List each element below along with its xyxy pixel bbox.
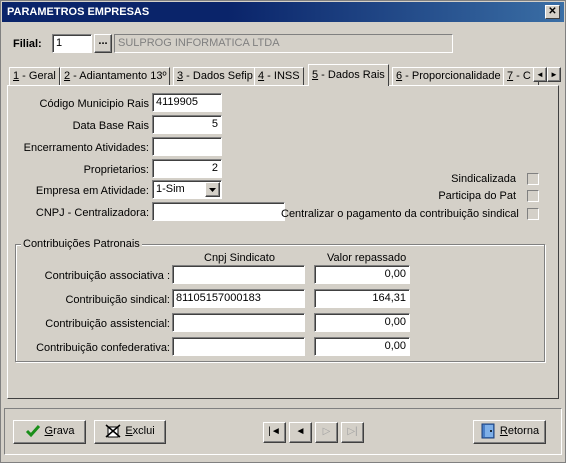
empresa-atividade-value: 1-Sim	[156, 183, 185, 195]
sindicalizada-checkbox[interactable]	[527, 173, 539, 185]
close-icon: ✕	[548, 6, 557, 17]
empresa-atividade-label: Empresa em Atividade:	[35, 185, 149, 197]
data-base-label: Data Base Rais	[72, 120, 149, 132]
cnpj-centralizadora-input[interactable]	[152, 202, 285, 221]
contrib-row-label: Contribuição assistencial:	[45, 318, 170, 330]
contrib-valor-input[interactable]: 164,31	[314, 289, 410, 308]
last-record-icon: ▷|	[347, 426, 358, 437]
sindicalizada-label: Sindicalizada	[451, 173, 516, 185]
participa-pat-label: Participa do Pat	[438, 190, 516, 202]
retorna-button[interactable]: Retorna	[473, 420, 546, 444]
next-record-icon: ▷	[322, 426, 331, 437]
proprietarios-input[interactable]: 2	[152, 159, 222, 178]
contrib-cnpj-input[interactable]	[172, 337, 305, 356]
tab-proporcionalidade[interactable]: 6 - Proporcionalidade	[392, 67, 505, 85]
exclui-button[interactable]: Exclui	[94, 420, 166, 444]
contrib-row-label: Contribuição associativa :	[44, 270, 170, 282]
centralizar-checkbox[interactable]	[527, 208, 539, 220]
nav-last-button[interactable]: ▷|	[341, 422, 364, 443]
contribuicoes-title: Contribuições Patronais	[21, 238, 142, 251]
tab-dados-rais[interactable]: 5 - Dados Rais	[308, 64, 389, 86]
contrib-row-label: Contribuição sindical:	[65, 294, 170, 306]
checkmark-icon	[25, 425, 40, 438]
chevron-down-icon	[209, 188, 216, 192]
arrow-left-icon: ◄	[536, 70, 544, 79]
col-cnpj-header: Cnpj Sindicato	[204, 252, 275, 264]
first-record-icon: |◄	[268, 426, 281, 437]
nav-next-button[interactable]: ▷	[315, 422, 338, 443]
contrib-valor-input[interactable]: 0,00	[314, 313, 410, 332]
proprietarios-label: Proprietarios:	[83, 164, 149, 176]
dropdown-button[interactable]	[205, 182, 220, 197]
company-name-field: SULPROG INFORMATICA LTDA	[114, 34, 453, 53]
delete-icon	[105, 424, 121, 438]
filial-label: Filial:	[13, 38, 42, 50]
contrib-cnpj-input[interactable]	[172, 265, 305, 284]
ellipsis-icon: ...	[98, 35, 108, 47]
tab-adiantamento[interactable]: 2 - Adiantamento 13º	[60, 67, 171, 85]
encerramento-label: Encerramento Atividades:	[23, 142, 149, 154]
tab-scroll-right-button[interactable]: ►	[547, 67, 561, 82]
cnpj-centralizadora-label: CNPJ - Centralizadora:	[35, 207, 149, 219]
prev-record-icon: ◄	[295, 426, 306, 437]
contrib-valor-input[interactable]: 0,00	[314, 265, 410, 284]
contrib-cnpj-input[interactable]	[172, 313, 305, 332]
col-valor-header: Valor repassado	[327, 252, 407, 264]
contrib-cnpj-input[interactable]: 81105157000183	[172, 289, 305, 308]
window: PARAMETROS EMPRESAS ✕ Filial: 1 ... SULP…	[0, 0, 566, 463]
tab-inss[interactable]: 4 - INSS	[254, 67, 304, 85]
title-bar: PARAMETROS EMPRESAS ✕	[2, 2, 564, 22]
centralizar-label: Centralizar o pagamento da contribuição …	[281, 208, 519, 220]
tab-dados-sefip[interactable]: 3 - Dados Sefip	[173, 67, 257, 85]
codigo-municipio-label: Código Municipio Rais	[39, 98, 149, 110]
filial-input[interactable]: 1	[52, 34, 92, 53]
door-icon	[481, 423, 495, 439]
window-title: PARAMETROS EMPRESAS	[7, 6, 150, 18]
contrib-row-label: Contribuição confederativa:	[36, 342, 170, 354]
nav-first-button[interactable]: |◄	[263, 422, 286, 443]
participa-pat-checkbox[interactable]	[527, 190, 539, 202]
tab-scroll-left-button[interactable]: ◄	[533, 67, 547, 82]
filial-lookup-button[interactable]: ...	[94, 34, 112, 53]
grava-button[interactable]: Grava	[13, 420, 86, 444]
tab-geral[interactable]: 1 - Geral	[9, 67, 60, 85]
arrow-right-icon: ►	[550, 70, 558, 79]
nav-prev-button[interactable]: ◄	[289, 422, 312, 443]
codigo-municipio-input[interactable]: 4119905	[152, 93, 222, 112]
data-base-input[interactable]: 5	[152, 115, 222, 134]
close-button[interactable]: ✕	[545, 5, 560, 19]
contrib-valor-input[interactable]: 0,00	[314, 337, 410, 356]
encerramento-input[interactable]	[152, 137, 222, 156]
